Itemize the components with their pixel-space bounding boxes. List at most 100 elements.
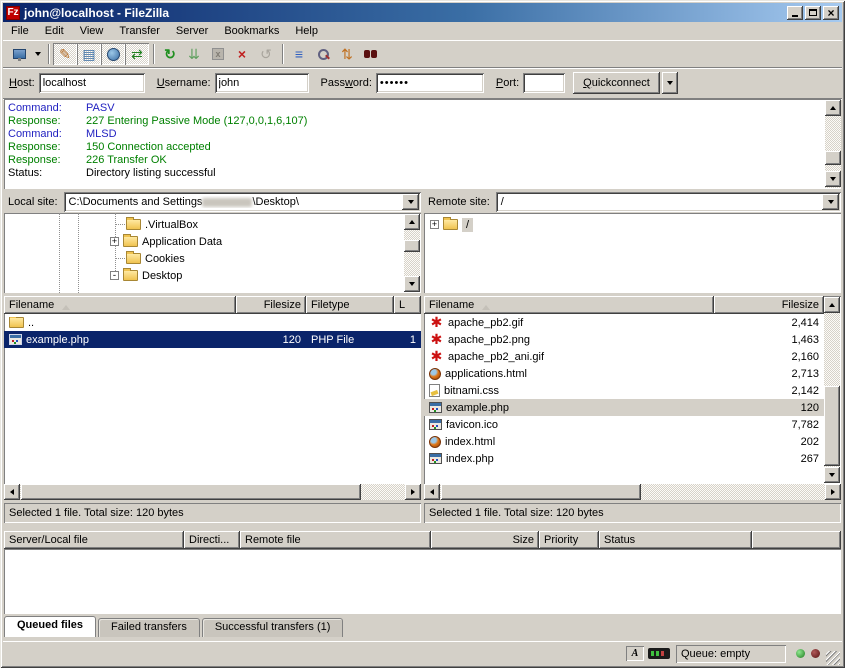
scrollbar-thumb[interactable] — [824, 386, 840, 466]
local-hscrollbar[interactable] — [4, 484, 421, 501]
local-tree-scrollbar[interactable] — [404, 214, 420, 292]
arrow-up-icon — [409, 217, 415, 224]
tree-item-application-data[interactable]: Application Data — [110, 233, 222, 250]
port-input[interactable] — [523, 73, 565, 93]
column-status[interactable]: Status — [599, 531, 752, 549]
toggle-message-log-button[interactable]: ✎ — [53, 43, 77, 65]
refresh-button[interactable]: ↻ — [158, 43, 182, 65]
file-row-parent-dir[interactable]: .. — [4, 314, 421, 331]
quickconnect-button[interactable]: Quickconnect — [573, 72, 660, 94]
directory-listing-filters-button[interactable]: ≡ — [287, 43, 311, 65]
scroll-left-button[interactable] — [424, 484, 440, 500]
column-last-modified[interactable]: L — [394, 296, 421, 314]
log-entry: Response:227 Entering Passive Mode (127,… — [8, 115, 841, 128]
file-row[interactable]: applications.html2,713 — [424, 365, 824, 382]
password-input[interactable] — [376, 73, 484, 93]
activity-led-red — [811, 649, 820, 658]
file-row-example-php[interactable]: example.php 120 PHP File 1 — [4, 331, 421, 348]
reconnect-button[interactable]: ↺ — [254, 43, 278, 65]
tab-successful-transfers[interactable]: Successful transfers (1) — [202, 618, 344, 637]
quickconnect-dropdown[interactable] — [662, 72, 678, 94]
minimize-button[interactable] — [787, 6, 803, 20]
remote-site-label: Remote site: — [424, 196, 496, 208]
toggle-remote-tree-button[interactable] — [101, 43, 125, 65]
host-input[interactable] — [39, 73, 145, 93]
column-direction[interactable]: Directi... — [184, 531, 240, 549]
file-row[interactable]: favicon.ico7,782 — [424, 416, 824, 433]
expand-icon[interactable] — [110, 237, 119, 246]
column-remote-file[interactable]: Remote file — [240, 531, 431, 549]
username-input[interactable] — [215, 73, 309, 93]
remote-hscrollbar[interactable] — [424, 484, 841, 501]
maximize-button[interactable] — [805, 6, 821, 20]
close-button[interactable]: × — [823, 6, 839, 20]
scrollbar-thumb[interactable] — [404, 240, 420, 252]
column-filename[interactable]: Filename — [4, 296, 236, 314]
toggle-transfer-queue-button[interactable]: ⇄ — [125, 43, 149, 65]
ico-file-icon — [429, 419, 442, 430]
find-files-button[interactable] — [359, 43, 383, 65]
column-filesize[interactable]: Filesize — [714, 296, 824, 314]
menu-transfer[interactable]: Transfer — [111, 23, 168, 39]
file-row[interactable]: apache_pb2.png1,463 — [424, 331, 824, 348]
remote-site-combo-drop[interactable] — [822, 194, 839, 210]
log-scrollbar[interactable] — [824, 99, 841, 189]
menu-bookmarks[interactable]: Bookmarks — [216, 23, 287, 39]
file-row[interactable]: apache_pb2.gif2,414 — [424, 314, 824, 331]
collapse-icon[interactable] — [110, 271, 119, 280]
tree-item-virtualbox[interactable]: .VirtualBox — [126, 216, 198, 233]
menu-file[interactable]: File — [3, 23, 37, 39]
local-site-combo[interactable]: C:\Documents and Settings\Desktop\ — [64, 192, 421, 212]
column-filename[interactable]: Filename — [424, 296, 714, 314]
directory-comparison-button[interactable] — [311, 43, 335, 65]
folder-icon — [123, 270, 138, 281]
synchronized-browsing-button[interactable]: ⇅ — [335, 43, 359, 65]
remote-vscrollbar[interactable] — [824, 296, 841, 484]
scroll-left-button[interactable] — [4, 484, 20, 500]
file-row[interactable]: bitnami.css2,142 — [424, 382, 824, 399]
scroll-up-button[interactable] — [825, 100, 841, 116]
title-bar[interactable]: Fz john@localhost - FileZilla × — [3, 3, 842, 22]
column-priority[interactable]: Priority — [539, 531, 599, 549]
site-manager-dropdown[interactable] — [31, 43, 44, 65]
sort-ascending-icon — [62, 301, 70, 310]
tree-item-cookies[interactable]: Cookies — [126, 250, 185, 267]
scroll-right-button[interactable] — [825, 484, 841, 500]
file-row-selected[interactable]: example.php120 — [424, 399, 824, 416]
toggle-local-tree-button[interactable]: ▤ — [77, 43, 101, 65]
resize-grip[interactable] — [826, 651, 840, 665]
scroll-up-button[interactable] — [404, 214, 420, 230]
site-manager-button[interactable] — [7, 43, 31, 65]
tab-queued-files[interactable]: Queued files — [4, 616, 96, 637]
scrollbar-thumb[interactable] — [825, 151, 841, 165]
menu-server[interactable]: Server — [168, 23, 216, 39]
scrollbar-thumb[interactable] — [21, 484, 361, 500]
tab-failed-transfers[interactable]: Failed transfers — [98, 618, 200, 637]
column-filetype[interactable]: Filetype — [306, 296, 394, 314]
local-site-combo-drop[interactable] — [402, 194, 419, 210]
menu-help[interactable]: Help — [287, 23, 326, 39]
tree-item-desktop[interactable]: Desktop — [110, 267, 182, 284]
scroll-down-button[interactable] — [404, 276, 420, 292]
menu-view[interactable]: View — [72, 23, 112, 39]
expand-icon[interactable] — [430, 220, 439, 229]
local-file-list: Filename Filesize Filetype L .. example.… — [4, 296, 421, 484]
cancel-button[interactable]: x — [206, 43, 230, 65]
disconnect-button[interactable]: × — [230, 43, 254, 65]
column-size[interactable]: Size — [431, 531, 539, 549]
column-filesize[interactable]: Filesize — [236, 296, 306, 314]
tree-item-root[interactable]: / — [430, 216, 473, 233]
remote-site-combo[interactable]: / — [496, 192, 841, 212]
scroll-right-button[interactable] — [405, 484, 421, 500]
column-server-local-file[interactable]: Server/Local file — [4, 531, 184, 549]
process-queue-button[interactable]: ⇊ — [182, 43, 206, 65]
scroll-down-button[interactable] — [825, 171, 841, 187]
scrollbar-thumb[interactable] — [441, 484, 641, 500]
scroll-up-button[interactable] — [824, 297, 840, 313]
scroll-down-button[interactable] — [824, 467, 840, 483]
local-list-header: Filename Filesize Filetype L — [4, 296, 421, 314]
file-row[interactable]: index.php267 — [424, 450, 824, 467]
file-row[interactable]: apache_pb2_ani.gif2,160 — [424, 348, 824, 365]
file-row[interactable]: index.html202 — [424, 433, 824, 450]
menu-edit[interactable]: Edit — [37, 23, 72, 39]
